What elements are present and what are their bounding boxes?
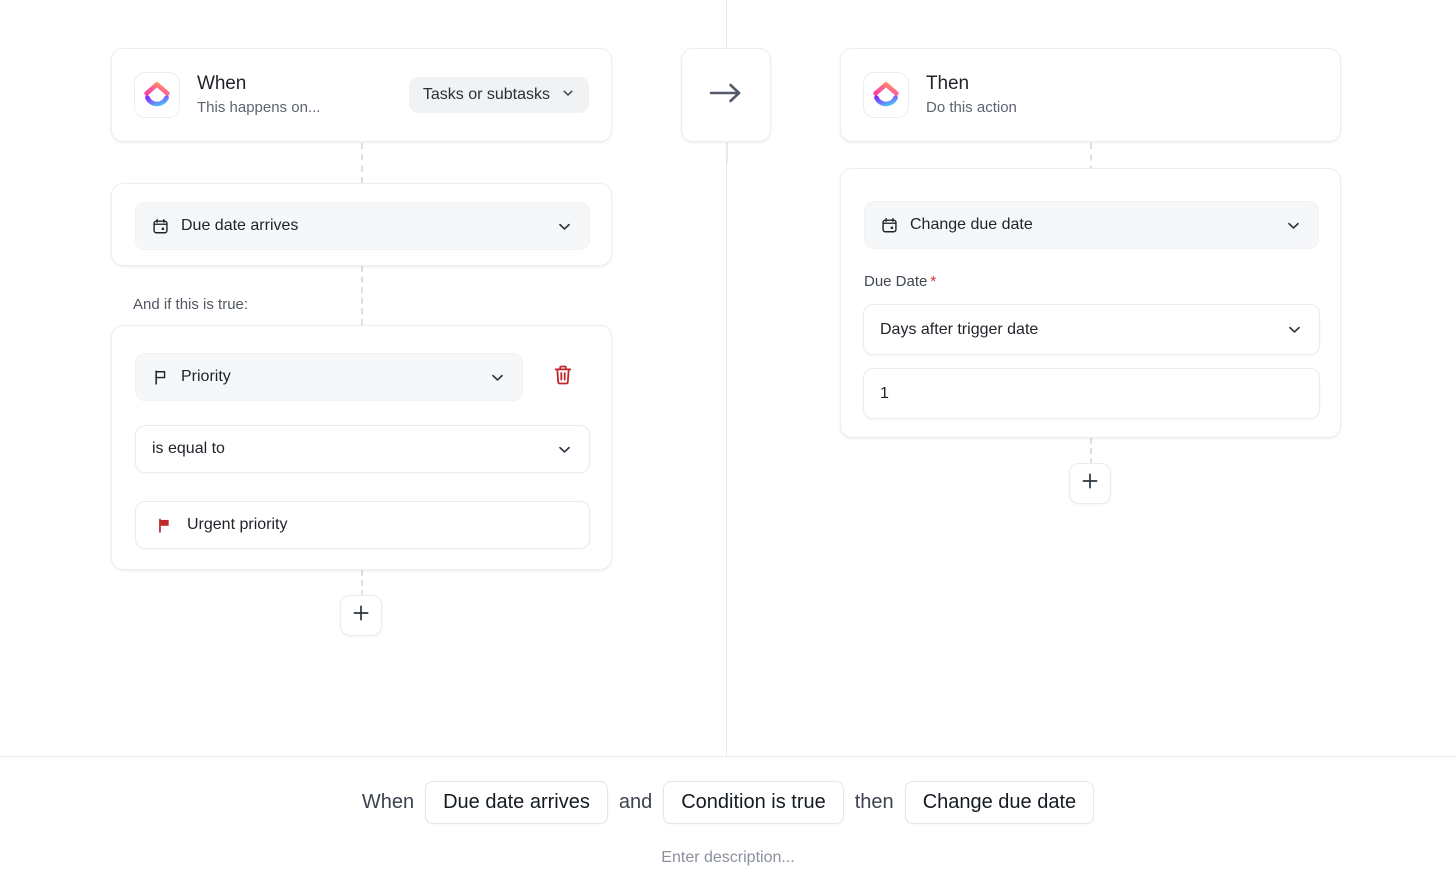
due-date-amount-field[interactable]: 1	[863, 368, 1320, 419]
condition-operator-label: is equal to	[152, 440, 546, 458]
flag-outline-icon	[152, 369, 169, 386]
when-title: When	[197, 72, 320, 96]
calendar-icon	[881, 217, 898, 234]
connector-arrow-down	[726, 143, 728, 163]
due-date-mode-label: Days after trigger date	[880, 321, 1276, 339]
plus-icon	[1080, 471, 1100, 496]
when-subtitle: This happens on...	[197, 97, 320, 119]
summary-bar: When Due date arrives and Condition is t…	[0, 757, 1456, 887]
due-date-mode-select[interactable]: Days after trigger date	[863, 304, 1320, 355]
arrow-right-icon	[707, 80, 745, 111]
summary-condition-chip[interactable]: Condition is true	[663, 781, 844, 824]
connector-action-to-add	[1090, 438, 1092, 464]
clickup-logo-icon	[863, 72, 909, 118]
summary-and-label: and	[619, 791, 652, 814]
condition-operator-select[interactable]: is equal to	[135, 425, 590, 473]
delete-condition-button[interactable]	[546, 359, 580, 393]
when-header-text: When This happens on...	[197, 72, 320, 119]
chevron-down-icon	[1286, 321, 1303, 338]
trash-icon	[552, 364, 574, 389]
condition-value-label: Urgent priority	[187, 516, 573, 534]
then-subtitle: Do this action	[926, 97, 1017, 119]
calendar-icon	[152, 218, 169, 235]
due-date-label-text: Due Date	[864, 273, 927, 290]
trigger-select-label: Due date arrives	[181, 217, 546, 235]
scope-dropdown[interactable]: Tasks or subtasks	[409, 77, 589, 113]
add-action-button[interactable]	[1069, 463, 1111, 504]
chevron-down-icon	[489, 369, 506, 386]
when-header-row: When This happens on... Tasks or subtask…	[112, 49, 611, 141]
condition-field-label: Priority	[181, 368, 479, 386]
then-header-text: Then Do this action	[926, 72, 1017, 119]
condition-caption: And if this is true:	[133, 296, 248, 313]
when-header-card: When This happens on... Tasks or subtask…	[111, 48, 612, 142]
action-card: Change due date Due Date* Days after tri…	[840, 168, 1341, 438]
condition-field-select[interactable]: Priority	[135, 353, 523, 401]
due-date-amount-value: 1	[880, 385, 1303, 403]
summary-then-label: then	[855, 791, 894, 814]
plus-icon	[351, 603, 371, 628]
chevron-down-icon	[556, 218, 573, 235]
action-select-label: Change due date	[910, 216, 1275, 234]
summary-when-label: When	[362, 791, 414, 814]
then-title: Then	[926, 72, 1017, 96]
condition-value-select[interactable]: Urgent priority	[135, 501, 590, 549]
description-input[interactable]: Enter description...	[0, 849, 1456, 867]
chevron-down-icon	[1285, 217, 1302, 234]
condition-card: Priority is equal	[111, 325, 612, 570]
automation-builder: When This happens on... Tasks or subtask…	[0, 0, 1456, 887]
automation-canvas: When This happens on... Tasks or subtask…	[0, 0, 1456, 757]
connector-action-to-condition	[361, 266, 363, 325]
chevron-down-icon	[561, 86, 575, 105]
required-asterisk: *	[930, 273, 936, 290]
flag-filled-icon	[156, 517, 173, 534]
summary-trigger-chip[interactable]: Due date arrives	[425, 781, 608, 824]
connector-trigger-to-action	[361, 143, 363, 183]
due-date-field-label: Due Date*	[864, 272, 936, 292]
then-header-row: Then Do this action	[841, 49, 1340, 141]
clickup-logo-icon	[134, 72, 180, 118]
summary-action-chip[interactable]: Change due date	[905, 781, 1094, 824]
add-condition-button[interactable]	[340, 595, 382, 636]
then-header-card: Then Do this action	[840, 48, 1341, 142]
automation-summary-sentence: When Due date arrives and Condition is t…	[0, 781, 1456, 824]
chevron-down-icon	[556, 441, 573, 458]
trigger-card: Due date arrives	[111, 183, 612, 266]
flow-arrow-box	[681, 48, 771, 142]
trigger-select[interactable]: Due date arrives	[135, 202, 590, 250]
scope-dropdown-label: Tasks or subtasks	[423, 86, 550, 104]
action-select[interactable]: Change due date	[864, 201, 1319, 249]
connector-condition-to-add	[361, 570, 363, 596]
